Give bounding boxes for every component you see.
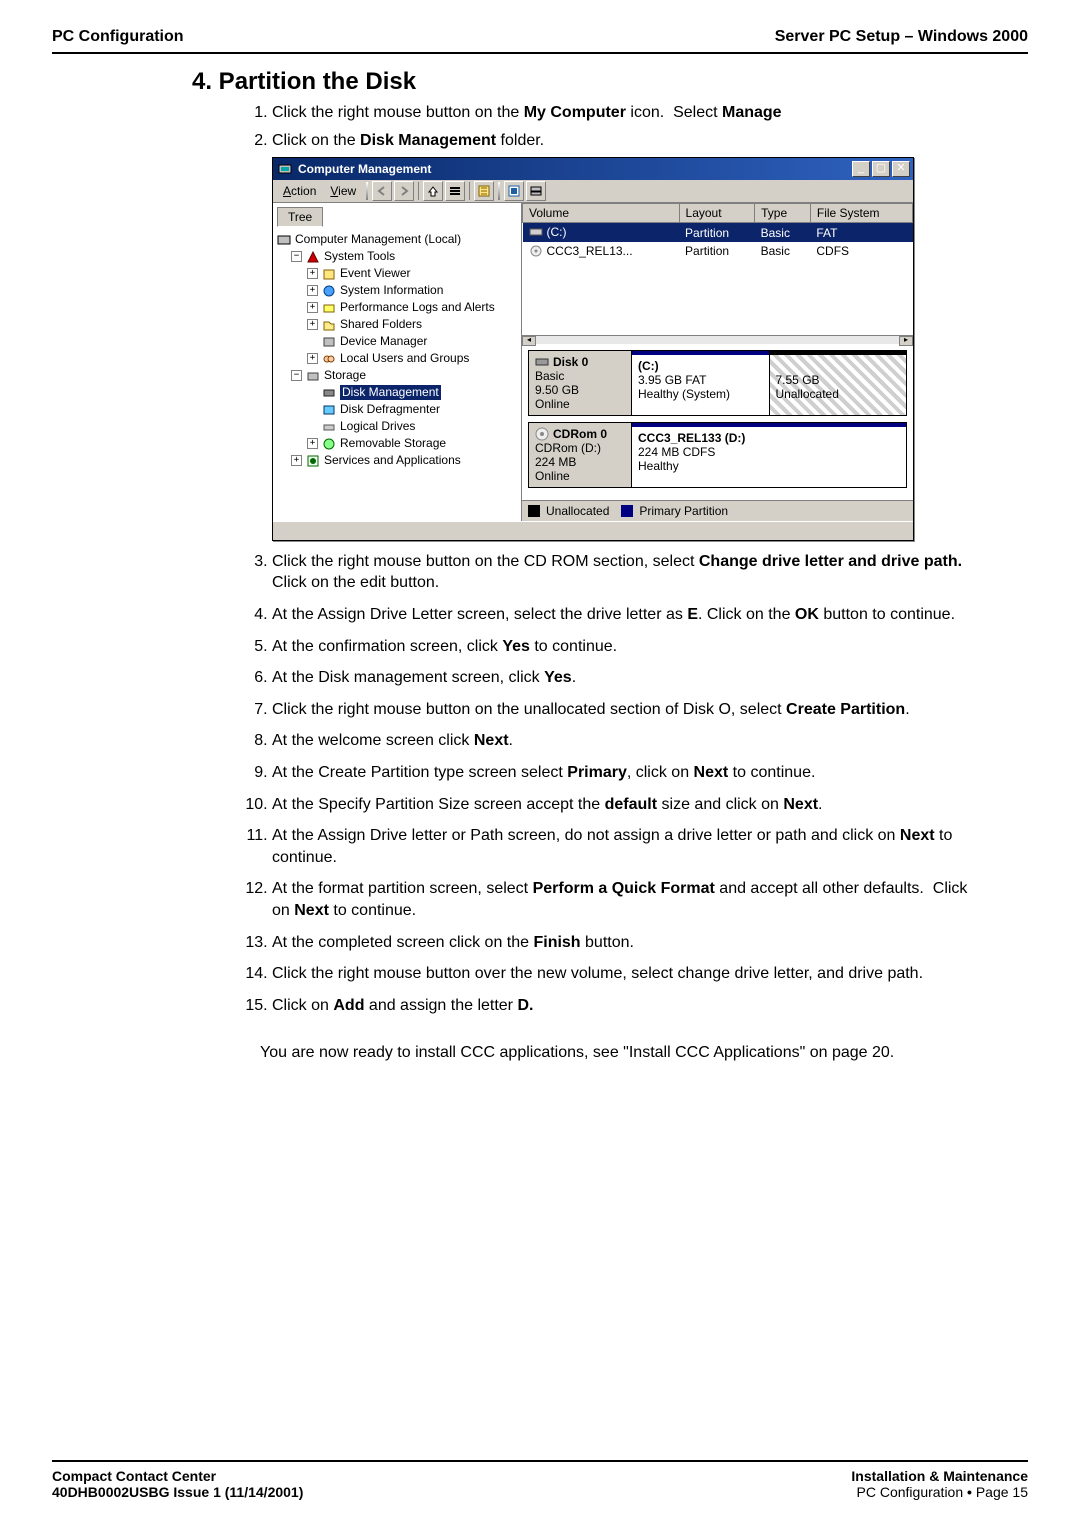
- page-header-left: PC Configuration: [52, 28, 184, 46]
- tree-perf-logs[interactable]: Performance Logs and Alerts: [340, 300, 495, 315]
- footer-right-1: Installation & Maintenance: [851, 1468, 1028, 1484]
- step-6: At the Disk management screen, click Yes…: [272, 667, 976, 689]
- tree-device-manager[interactable]: Device Manager: [340, 334, 427, 349]
- step-3: Click the right mouse button on the CD R…: [272, 551, 976, 594]
- show-list-icon[interactable]: [445, 181, 465, 201]
- tree-root[interactable]: Computer Management (Local): [277, 231, 517, 248]
- settings-icon[interactable]: [526, 181, 546, 201]
- partition-unallocated[interactable]: 7.55 GB Unallocated: [769, 351, 907, 415]
- page-header-right: Server PC Setup – Windows 2000: [775, 28, 1028, 46]
- cdrom-icon: [535, 427, 549, 441]
- step-9: At the Create Partition type screen sele…: [272, 762, 976, 784]
- collapse-icon[interactable]: −: [291, 370, 302, 381]
- step-11: At the Assign Drive letter or Path scree…: [272, 825, 976, 868]
- step-4: At the Assign Drive Letter screen, selec…: [272, 604, 976, 626]
- close-button[interactable]: ✕: [892, 161, 910, 177]
- col-volume[interactable]: Volume: [523, 204, 680, 223]
- tree-storage[interactable]: Storage: [324, 368, 366, 383]
- menubar: Action View: [273, 180, 913, 203]
- tree-disk-management[interactable]: Disk Management: [340, 385, 441, 400]
- tree-view: Computer Management (Local) − System Tool…: [273, 227, 521, 499]
- tree-system-tools[interactable]: System Tools: [324, 249, 395, 264]
- tree-tab[interactable]: Tree: [277, 207, 323, 227]
- footer-left-1: Compact Contact Center: [52, 1468, 303, 1484]
- footer-left-2: 40DHB0002USBG Issue 1 (11/14/2001): [52, 1484, 303, 1500]
- table-row[interactable]: (C:) Partition Basic FAT: [523, 223, 913, 242]
- step-12: At the format partition screen, select P…: [272, 878, 976, 921]
- horizontal-scrollbar[interactable]: ◂ ▸: [522, 335, 913, 344]
- expand-icon[interactable]: +: [307, 285, 318, 296]
- tree-local-users[interactable]: Local Users and Groups: [340, 351, 469, 366]
- col-layout[interactable]: Layout: [679, 204, 755, 223]
- col-type[interactable]: Type: [755, 204, 811, 223]
- disk-icon: [535, 355, 549, 369]
- cd-icon: [529, 245, 543, 259]
- expand-icon[interactable]: +: [307, 268, 318, 279]
- menu-view[interactable]: View: [324, 182, 362, 200]
- tree-removable-storage[interactable]: Removable Storage: [340, 436, 446, 451]
- expand-icon[interactable]: +: [307, 353, 318, 364]
- window-title: Computer Management: [298, 163, 431, 175]
- step-5: At the confirmation screen, click Yes to…: [272, 636, 976, 658]
- tree-shared-folders[interactable]: Shared Folders: [340, 317, 422, 332]
- nav-forward-icon[interactable]: [394, 181, 414, 201]
- properties-icon[interactable]: [474, 181, 494, 201]
- volume-table: Volume Layout Type File System (C:) Part…: [522, 203, 913, 335]
- step-15: Click on Add and assign the letter D.: [272, 995, 976, 1017]
- step-10: At the Specify Partition Size screen acc…: [272, 794, 976, 816]
- refresh-icon[interactable]: [504, 181, 524, 201]
- drive-icon: [529, 226, 543, 240]
- tree-event-viewer[interactable]: Event Viewer: [340, 266, 410, 281]
- legend-swatch-primary: [621, 505, 633, 517]
- tree-system-information[interactable]: System Information: [340, 283, 443, 298]
- window-computer-management: Computer Management _ ▢ ✕ Action View: [272, 157, 914, 541]
- tree-disk-defrag[interactable]: Disk Defragmenter: [340, 402, 440, 417]
- expand-icon[interactable]: +: [307, 438, 318, 449]
- app-icon: [278, 162, 292, 176]
- partition-c[interactable]: (C:) 3.95 GB FAT Healthy (System): [632, 351, 769, 415]
- tree-services-apps[interactable]: Services and Applications: [324, 453, 461, 468]
- collapse-icon[interactable]: −: [291, 251, 302, 262]
- expand-icon[interactable]: +: [307, 302, 318, 313]
- status-bar: [273, 521, 913, 540]
- intro-step-1: Click the right mouse button on the My C…: [272, 102, 976, 124]
- col-filesystem[interactable]: File System: [810, 204, 912, 223]
- up-icon[interactable]: [423, 181, 443, 201]
- step-7: Click the right mouse button on the unal…: [272, 699, 976, 721]
- step-14: Click the right mouse button over the ne…: [272, 963, 976, 985]
- minimize-button[interactable]: _: [852, 161, 870, 177]
- step-8: At the welcome screen click Next.: [272, 730, 976, 752]
- nav-back-icon[interactable]: [372, 181, 392, 201]
- tree-logical-drives[interactable]: Logical Drives: [340, 419, 415, 434]
- intro-step-2: Click on the Disk Management folder.: [272, 130, 976, 152]
- scroll-right-icon[interactable]: ▸: [899, 336, 913, 346]
- legend-swatch-unallocated: [528, 505, 540, 517]
- step-13: At the completed screen click on the Fin…: [272, 932, 976, 954]
- menu-action[interactable]: Action: [277, 182, 322, 200]
- expand-icon[interactable]: +: [307, 319, 318, 330]
- closing-note: You are now ready to install CCC applica…: [260, 1042, 976, 1064]
- partition-cdrom[interactable]: CCC3_REL133 (D:) 224 MB CDFS Healthy: [632, 423, 906, 487]
- maximize-button[interactable]: ▢: [872, 161, 890, 177]
- cdrom0-row: CDRom 0 CDRom (D:) 224 MB Online CCC3_RE…: [528, 422, 907, 488]
- legend: Unallocated Primary Partition: [522, 500, 913, 521]
- expand-icon[interactable]: +: [291, 455, 302, 466]
- footer-right-2: PC Configuration • Page 15: [851, 1484, 1028, 1500]
- section-heading: 4. Partition the Disk: [192, 68, 1028, 96]
- table-row[interactable]: CCC3_REL13... Partition Basic CDFS: [523, 242, 913, 261]
- scroll-left-icon[interactable]: ◂: [522, 336, 536, 346]
- disk0-row: Disk 0 Basic 9.50 GB Online (C:) 3.95 GB…: [528, 350, 907, 416]
